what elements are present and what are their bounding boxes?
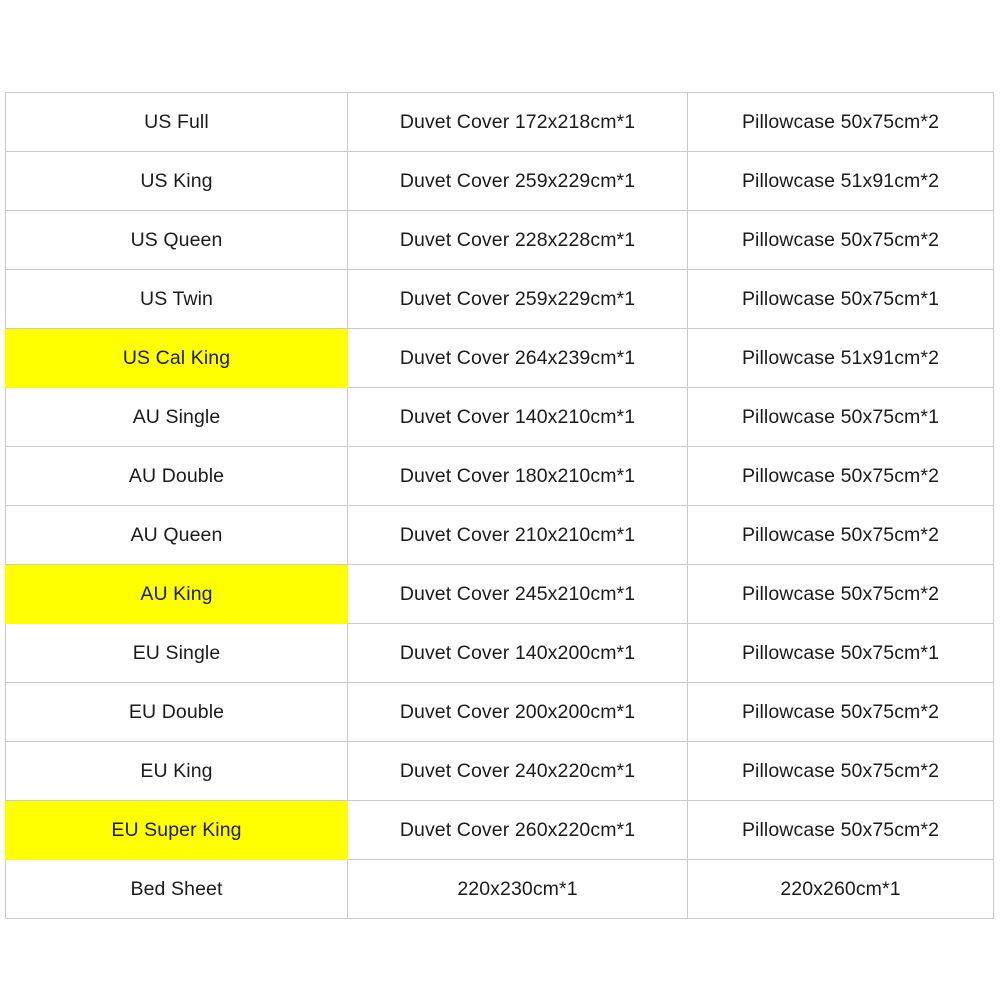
cell-pillowcase: Pillowcase 50x75cm*2 [687,92,994,152]
table-row: US King Duvet Cover 259x229cm*1 Pillowcase… [5,151,994,211]
cell-pillowcase: Pillowcase 50x75cm*1 [687,269,994,329]
table-row: AU Queen Duvet Cover 210x210cm*1 Pillowcas… [5,505,994,565]
table-row: AU King Duvet Cover 245x210cm*1 Pillowcase… [5,564,994,624]
cell-size-name: AU Single [5,387,348,447]
table-row: EU Single Duvet Cover 140x200cm*1 Pillowca… [5,623,994,683]
cell-size-name: US Cal King [5,328,348,388]
cell-size-name: US Full [5,92,348,152]
cell-duvet-cover: Duvet Cover 260x220cm*1 [347,800,688,860]
cell-duvet-cover: Duvet Cover 259x229cm*1 [347,151,688,211]
cell-duvet-cover: Duvet Cover 200x200cm*1 [347,682,688,742]
cell-duvet-cover: Duvet Cover 259x229cm*1 [347,269,688,329]
cell-duvet-cover: Duvet Cover 172x218cm*1 [347,92,688,152]
bedding-size-table: US Full Duvet Cover 172x218cm*1 Pillowcase… [5,92,994,919]
cell-duvet-cover: Duvet Cover 228x228cm*1 [347,210,688,270]
cell-size-name: EU Double [5,682,348,742]
cell-size-name: AU Double [5,446,348,506]
cell-size-name: EU King [5,741,348,801]
cell-size-name: EU Super King [5,800,348,860]
table-row: US Queen Duvet Cover 228x228cm*1 Pillowcas… [5,210,994,270]
cell-pillowcase: 220x260cm*1 [687,859,994,919]
cell-duvet-cover: Duvet Cover 264x239cm*1 [347,328,688,388]
table-row: US Full Duvet Cover 172x218cm*1 Pillowcase… [5,92,994,152]
cell-pillowcase: Pillowcase 51x91cm*2 [687,328,994,388]
cell-pillowcase: Pillowcase 50x75cm*2 [687,564,994,624]
cell-size-name: EU Single [5,623,348,683]
size-table-body: US Full Duvet Cover 172x218cm*1 Pillowcase… [5,92,994,919]
cell-duvet-cover: 220x230cm*1 [347,859,688,919]
cell-duvet-cover: Duvet Cover 140x200cm*1 [347,623,688,683]
cell-pillowcase: Pillowcase 51x91cm*2 [687,151,994,211]
table-row: Bed Sheet 220x230cm*1 220x260cm*1 [5,859,994,919]
cell-pillowcase: Pillowcase 50x75cm*2 [687,505,994,565]
cell-pillowcase: Pillowcase 50x75cm*1 [687,623,994,683]
cell-duvet-cover: Duvet Cover 245x210cm*1 [347,564,688,624]
cell-size-name: US Twin [5,269,348,329]
cell-duvet-cover: Duvet Cover 180x210cm*1 [347,446,688,506]
size-chart-wrapper: US Full Duvet Cover 172x218cm*1 Pillowcase… [5,92,994,919]
table-row: US Cal King Duvet Cover 264x239cm*1 Pillow… [5,328,994,388]
cell-size-name: AU King [5,564,348,624]
cell-size-name: US King [5,151,348,211]
cell-size-name: US Queen [5,210,348,270]
cell-pillowcase: Pillowcase 50x75cm*2 [687,800,994,860]
cell-pillowcase: Pillowcase 50x75cm*2 [687,741,994,801]
table-row: AU Double Duvet Cover 180x210cm*1 Pillowca… [5,446,994,506]
cell-pillowcase: Pillowcase 50x75cm*2 [687,446,994,506]
cell-pillowcase: Pillowcase 50x75cm*2 [687,682,994,742]
table-row: US Twin Duvet Cover 259x229cm*1 Pillowcase… [5,269,994,329]
cell-pillowcase: Pillowcase 50x75cm*1 [687,387,994,447]
cell-duvet-cover: Duvet Cover 140x210cm*1 [347,387,688,447]
cell-size-name: Bed Sheet [5,859,348,919]
cell-pillowcase: Pillowcase 50x75cm*2 [687,210,994,270]
cell-duvet-cover: Duvet Cover 210x210cm*1 [347,505,688,565]
cell-duvet-cover: Duvet Cover 240x220cm*1 [347,741,688,801]
table-row: AU Single Duvet Cover 140x210cm*1 Pillowca… [5,387,994,447]
cell-size-name: AU Queen [5,505,348,565]
table-row: EU Double Duvet Cover 200x200cm*1 Pillowca… [5,682,994,742]
table-row: EU King Duvet Cover 240x220cm*1 Pillowcase… [5,741,994,801]
table-row: EU Super King Duvet Cover 260x220cm*1 Pill… [5,800,994,860]
